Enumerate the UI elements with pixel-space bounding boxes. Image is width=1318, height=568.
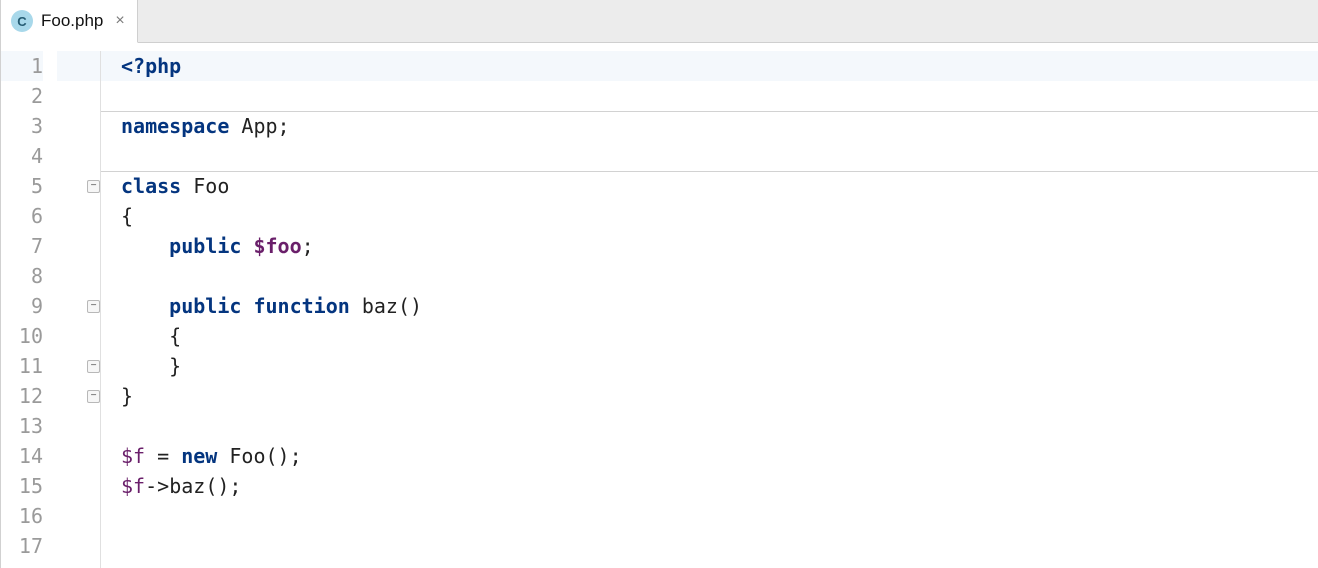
token: { xyxy=(121,204,133,228)
class-icon: C xyxy=(11,10,33,32)
token: namespace xyxy=(121,114,241,138)
code-line[interactable]: $f = new Foo(); xyxy=(101,441,1314,471)
code-line[interactable] xyxy=(101,531,1314,561)
line-number: 17 xyxy=(1,531,43,561)
fold-close-icon[interactable] xyxy=(87,390,100,403)
token: App xyxy=(241,114,277,138)
line-number: 11 xyxy=(1,351,43,381)
line-number: 5 xyxy=(1,171,43,201)
line-number: 16 xyxy=(1,501,43,531)
code-line[interactable]: { xyxy=(101,201,1314,231)
code-line[interactable] xyxy=(101,501,1314,531)
line-number: 3 xyxy=(1,111,43,141)
token xyxy=(121,234,169,258)
line-number: 7 xyxy=(1,231,43,261)
line-number: 1 xyxy=(1,51,43,81)
line-number: 9 xyxy=(1,291,43,321)
token: -> xyxy=(145,474,169,498)
code-line[interactable]: public function baz() xyxy=(101,291,1314,321)
method-separator xyxy=(101,171,1318,172)
line-number: 6 xyxy=(1,201,43,231)
method-separator xyxy=(101,111,1318,112)
token: Foo xyxy=(193,174,229,198)
token: } xyxy=(121,354,181,378)
line-number: 15 xyxy=(1,471,43,501)
line-number: 4 xyxy=(1,141,43,171)
line-number: 10 xyxy=(1,321,43,351)
code-line[interactable]: <?php xyxy=(101,51,1314,81)
line-number-gutter: 1234567891011121314151617 xyxy=(1,51,57,568)
token: $f xyxy=(121,444,145,468)
code-line[interactable] xyxy=(101,141,1314,171)
line-number: 8 xyxy=(1,261,43,291)
tab-bar: C Foo.php × xyxy=(1,0,1318,43)
fold-open-icon[interactable] xyxy=(87,180,100,193)
ide-window: C Foo.php × 1234567891011121314151617 <?… xyxy=(0,0,1318,568)
token: baz xyxy=(169,474,205,498)
gutter-highlight xyxy=(57,51,100,81)
code-line[interactable] xyxy=(101,261,1314,291)
token: public xyxy=(169,234,253,258)
code-editor[interactable]: 1234567891011121314151617 <?phpnamespace… xyxy=(1,43,1318,568)
token: (); xyxy=(205,474,241,498)
line-number: 13 xyxy=(1,411,43,441)
code-line[interactable]: class Foo xyxy=(101,171,1314,201)
token: } xyxy=(121,384,133,408)
code-line[interactable]: } xyxy=(101,381,1314,411)
token: Foo xyxy=(229,444,265,468)
code-line[interactable] xyxy=(101,81,1314,111)
code-line[interactable]: namespace App; xyxy=(101,111,1314,141)
file-tab[interactable]: C Foo.php × xyxy=(1,0,138,43)
token: $foo xyxy=(253,234,301,258)
code-line[interactable]: { xyxy=(101,321,1314,351)
token: class xyxy=(121,174,193,198)
token xyxy=(121,294,169,318)
code-line[interactable]: } xyxy=(101,351,1314,381)
fold-open-icon[interactable] xyxy=(87,300,100,313)
token: public function xyxy=(169,294,362,318)
token: ; xyxy=(302,234,314,258)
token: ; xyxy=(278,114,290,138)
token: baz xyxy=(362,294,398,318)
code-line[interactable]: $f->baz(); xyxy=(101,471,1314,501)
token: = xyxy=(145,444,181,468)
token: { xyxy=(121,324,181,348)
close-icon[interactable]: × xyxy=(115,13,124,29)
token: <?php xyxy=(121,54,181,78)
fold-close-icon[interactable] xyxy=(87,360,100,373)
code-line[interactable]: public $foo; xyxy=(101,231,1314,261)
token: () xyxy=(398,294,422,318)
line-number: 14 xyxy=(1,441,43,471)
fold-gutter xyxy=(57,51,101,568)
line-number: 2 xyxy=(1,81,43,111)
line-number: 12 xyxy=(1,381,43,411)
tab-filename: Foo.php xyxy=(41,11,103,31)
token: (); xyxy=(266,444,302,468)
token: new xyxy=(181,444,229,468)
token: $f xyxy=(121,474,145,498)
code-line[interactable] xyxy=(101,411,1314,441)
code-area[interactable]: <?php namespace App; class Foo { public $fo… xyxy=(101,51,1318,568)
